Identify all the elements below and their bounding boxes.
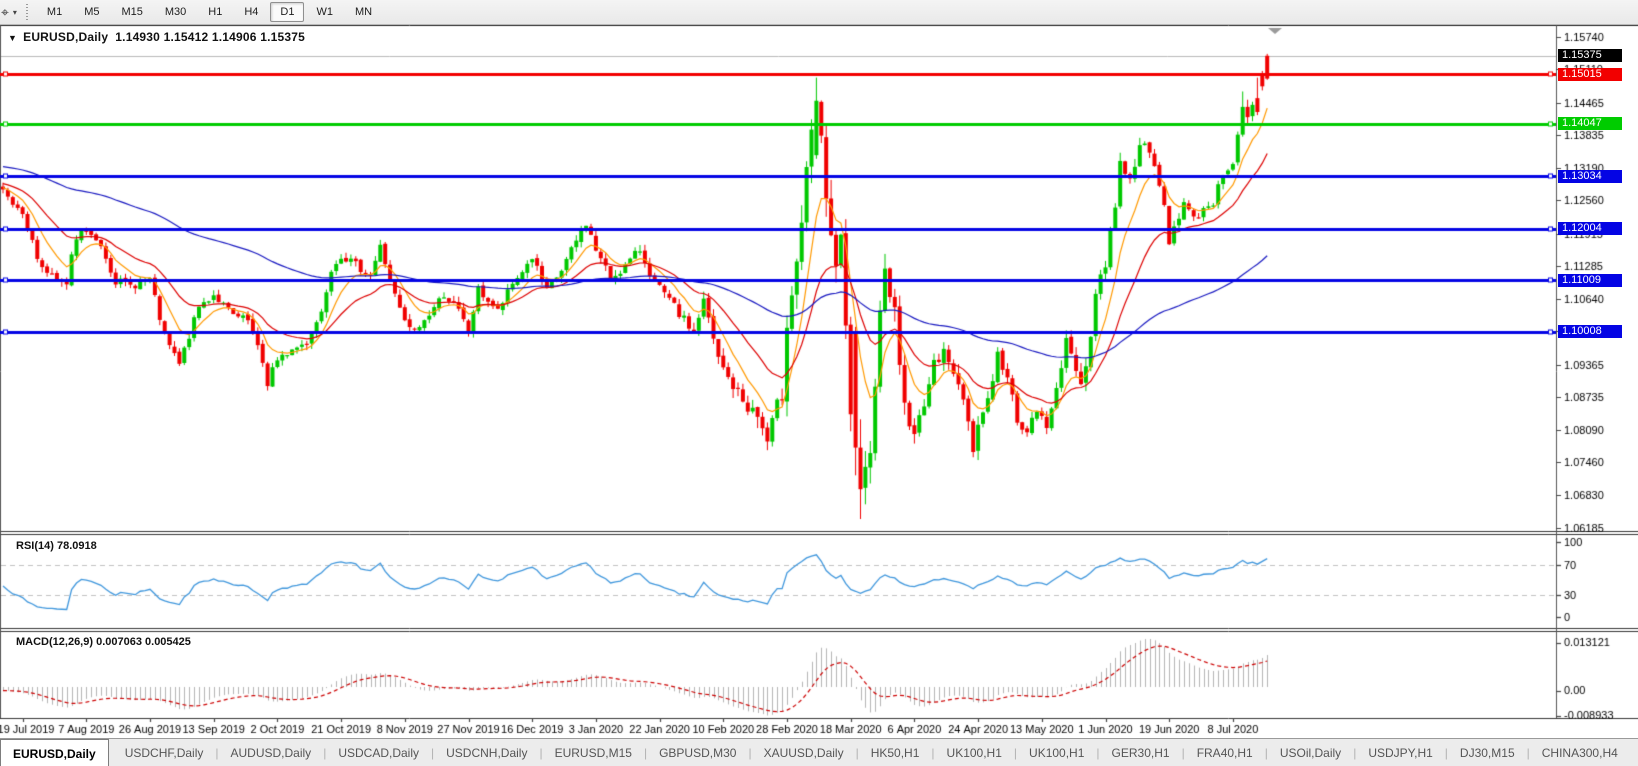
chart-tab-eurusd-daily[interactable]: EURUSD,Daily (0, 739, 109, 766)
chart-symbol-label: EURUSD,Daily (23, 30, 109, 44)
hline-price-tag[interactable]: 1.10008 (1558, 325, 1622, 339)
chart-tab-usdcad-daily[interactable]: USDCAD,Daily (326, 739, 431, 766)
chart-tab-usdjpy-h1[interactable]: USDJPY,H1 (1356, 739, 1444, 766)
timeframe-button-m15[interactable]: M15 (111, 2, 152, 22)
chart-title: ▼ EURUSD,Daily 1.14930 1.15412 1.14906 1.… (8, 30, 305, 44)
hline-price-tag[interactable]: 1.15015 (1558, 67, 1622, 81)
top-toolbar: ⌖ ▾ M1 M5 M15 M30 H1 H4 D1 W1 MN (0, 0, 1638, 25)
chart-tool-button[interactable]: ⌖ ▾ (0, 5, 21, 19)
chart-tab-usdcnh-daily[interactable]: USDCNH,Daily (434, 739, 539, 766)
hline-price-tag[interactable]: 1.11009 (1558, 273, 1622, 287)
rsi-indicator-label: RSI(14) 78.0918 (16, 540, 97, 552)
chart-tab-usoil-daily[interactable]: USOil,Daily (1268, 739, 1353, 766)
chart-tab-uk100-h1[interactable]: UK100,H1 (1017, 739, 1096, 766)
macd-indicator-label: MACD(12,26,9) 0.007063 0.005425 (16, 636, 191, 648)
timeframe-button-h4[interactable]: H4 (234, 2, 268, 22)
timeframe-button-d1[interactable]: D1 (270, 2, 305, 22)
toolbar-grip-handle[interactable] (24, 4, 30, 20)
timeframe-button-w1[interactable]: W1 (306, 2, 343, 22)
chart-tab-eurusd-m15[interactable]: EURUSD,M15 (543, 739, 644, 766)
hline-price-tag[interactable]: 1.12004 (1558, 222, 1622, 236)
chart-tab-gbpusd-m30[interactable]: GBPUSD,M30 (647, 739, 748, 766)
timeframe-buttons: M1 M5 M15 M30 H1 H4 D1 W1 MN (36, 2, 383, 22)
timeframe-button-m5[interactable]: M5 (74, 2, 109, 22)
chart-tab-dj30-m15[interactable]: DJ30,M15 (1448, 739, 1527, 766)
chart-tab-usdchf-daily[interactable]: USDCHF,Daily (113, 739, 216, 766)
hline-price-tag[interactable]: 1.14047 (1558, 117, 1622, 131)
timeframe-button-m30[interactable]: M30 (155, 2, 196, 22)
chart-tab-bar: EURUSD,Daily USDCHF,Daily | AUDUSD,Daily | US… (0, 738, 1638, 766)
timeframe-button-mn[interactable]: MN (345, 2, 382, 22)
tab-scroll-buttons: ◂ ▸ (1630, 739, 1638, 766)
chart-tab-ger30-h1[interactable]: GER30,H1 (1100, 739, 1182, 766)
hline-price-tag[interactable]: 1.13034 (1558, 169, 1622, 183)
price-chart-canvas[interactable] (0, 25, 1638, 738)
chevron-down-icon[interactable]: ▾ (13, 8, 17, 17)
chart-tab-fra40-h1[interactable]: FRA40,H1 (1185, 739, 1265, 766)
chart-tab-audusd-daily[interactable]: AUDUSD,Daily (219, 739, 324, 766)
chart-tab-hk50-h1[interactable]: HK50,H1 (859, 739, 932, 766)
timeframe-button-h1[interactable]: H1 (198, 2, 232, 22)
chart-tab-xauusd-daily[interactable]: XAUUSD,Daily (752, 739, 856, 766)
chart-tab-china300-h4[interactable]: CHINA300,H4 (1530, 739, 1630, 766)
chart-window: ▼ EURUSD,Daily 1.14930 1.15412 1.14906 1.… (0, 25, 1638, 738)
chart-tabs: EURUSD,Daily USDCHF,Daily | AUDUSD,Daily | US… (0, 739, 1630, 766)
chart-tab-uk100-h1[interactable]: UK100,H1 (935, 739, 1014, 766)
dropdown-triangle-icon[interactable]: ▼ (8, 33, 17, 43)
timeframe-button-m1[interactable]: M1 (37, 2, 72, 22)
crosshair-icon: ⌖ (1, 4, 9, 20)
current-price-tag: 1.15375 (1558, 49, 1622, 63)
chart-ohlc-values: 1.14930 1.15412 1.14906 1.15375 (115, 30, 305, 44)
